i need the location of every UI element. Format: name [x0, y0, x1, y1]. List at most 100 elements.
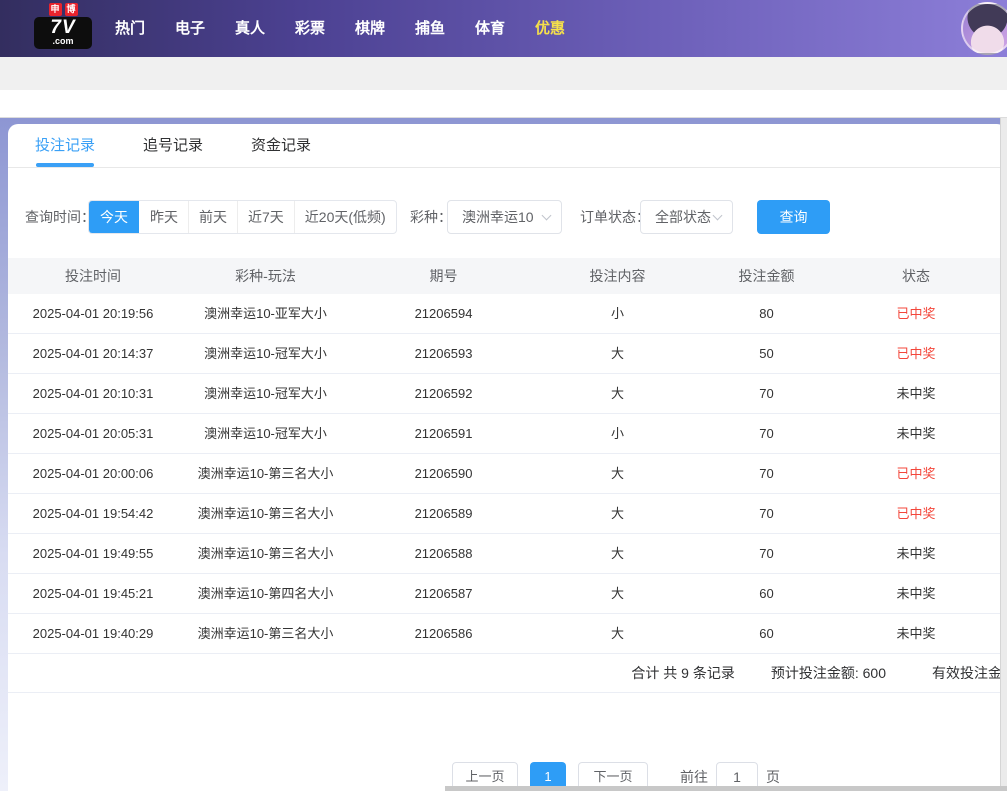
search-button[interactable]: 查询: [757, 200, 830, 234]
status-badge: 未中奖: [832, 574, 1000, 613]
logo-badge-left: 申: [49, 3, 62, 16]
bet-amount: 70: [701, 414, 832, 453]
time-option-day-before[interactable]: 前天: [188, 201, 237, 233]
horizontal-scrollbar[interactable]: [445, 786, 1007, 791]
table-row: 2025-04-01 19:45:21 澳洲幸运10-第四名大小 2120658…: [8, 574, 1000, 614]
nav-item-hot[interactable]: 热门: [100, 0, 160, 57]
period: 21206593: [353, 334, 534, 373]
tab-bet-records[interactable]: 投注记录: [35, 124, 95, 167]
status-badge: 未中奖: [832, 414, 1000, 453]
lottery-type-select[interactable]: 澳洲幸运10: [447, 200, 562, 234]
logo-badges: 申 博: [34, 3, 92, 16]
bet-content: 大: [534, 454, 701, 493]
logo-domain-text: .com: [34, 37, 92, 46]
summary-record-count: 合计 共 9 条记录: [631, 654, 734, 692]
period: 21206586: [353, 614, 534, 653]
site-logo[interactable]: 申 博 7V .com: [34, 3, 92, 49]
bet-time: 2025-04-01 19:45:21: [8, 574, 178, 613]
bet-content: 小: [534, 294, 701, 333]
logo-main: 7V .com: [34, 17, 92, 49]
bet-time: 2025-04-01 19:40:29: [8, 614, 178, 653]
nav-item-cards[interactable]: 棋牌: [340, 0, 400, 57]
content-card: 投注记录 追号记录 资金记录 查询时间： 今天 昨天 前天 近7天 近20天(低…: [8, 124, 1007, 791]
logo-badge-right: 博: [65, 3, 78, 16]
bet-content: 大: [534, 534, 701, 573]
nav-item-live[interactable]: 真人: [220, 0, 280, 57]
table-row: 2025-04-01 20:19:56 澳洲幸运10-亚军大小 21206594…: [8, 294, 1000, 334]
status-badge: 已中奖: [832, 454, 1000, 493]
chevron-down-icon: [542, 211, 552, 221]
nav-item-promo[interactable]: 优惠: [520, 0, 580, 57]
bet-time: 2025-04-01 20:14:37: [8, 334, 178, 373]
col-game-play: 彩种-玩法: [178, 258, 353, 294]
url-bar[interactable]: https://ctopcp02pcali.uengi5e.com/lotter…: [0, 90, 1007, 118]
browser-title-bar: DB DB彩票 - 极速浏览器 — □ ×: [0, 57, 1007, 90]
bet-time: 2025-04-01 19:49:55: [8, 534, 178, 573]
period: 21206594: [353, 294, 534, 333]
bet-time: 2025-04-01 20:19:56: [8, 294, 178, 333]
table-header: 投注时间 彩种-玩法 期号 投注内容 投注金额 状态: [8, 258, 1000, 294]
game-play: 澳洲幸运10-冠军大小: [178, 414, 353, 453]
col-period: 期号: [353, 258, 534, 294]
bet-time: 2025-04-01 20:10:31: [8, 374, 178, 413]
period: 21206591: [353, 414, 534, 453]
col-bet-time: 投注时间: [8, 258, 178, 294]
order-status-value: 全部状态: [655, 209, 711, 225]
logo-brand-text: 7V: [34, 19, 92, 37]
bet-amount: 70: [701, 374, 832, 413]
bet-time: 2025-04-01 19:54:42: [8, 494, 178, 533]
bet-amount: 80: [701, 294, 832, 333]
screen: 申 博 7V .com 热门 电子 真人 彩票 棋牌 捕鱼 体育 优惠 DB D…: [0, 0, 1007, 791]
record-tabs: 投注记录 追号记录 资金记录: [8, 124, 1007, 168]
time-option-today[interactable]: 今天: [89, 200, 139, 234]
site-nav-menu: 热门 电子 真人 彩票 棋牌 捕鱼 体育 优惠: [100, 0, 580, 57]
time-option-7days[interactable]: 近7天: [237, 201, 294, 233]
game-play: 澳洲幸运10-第三名大小: [178, 534, 353, 573]
tab-fund-records[interactable]: 资金记录: [251, 124, 311, 167]
table-row: 2025-04-01 20:00:06 澳洲幸运10-第三名大小 2120659…: [8, 454, 1000, 494]
period: 21206592: [353, 374, 534, 413]
period: 21206589: [353, 494, 534, 533]
time-range-group: 今天 昨天 前天 近7天 近20天(低频): [88, 200, 397, 234]
order-status-select[interactable]: 全部状态: [640, 200, 733, 234]
bet-amount: 70: [701, 534, 832, 573]
nav-item-fishing[interactable]: 捕鱼: [400, 0, 460, 57]
vertical-scrollbar[interactable]: [1000, 118, 1007, 791]
bet-content: 大: [534, 574, 701, 613]
bet-amount: 50: [701, 334, 832, 373]
summary-row: 合计 共 9 条记录 预计投注金额: 600 有效投注金额: [8, 654, 1000, 693]
status-badge: 未中奖: [832, 614, 1000, 653]
game-play: 澳洲幸运10-第三名大小: [178, 494, 353, 533]
table-body: 2025-04-01 20:19:56 澳洲幸运10-亚军大小 21206594…: [8, 294, 1000, 654]
period: 21206587: [353, 574, 534, 613]
period: 21206590: [353, 454, 534, 493]
bet-content: 大: [534, 614, 701, 653]
user-avatar[interactable]: [961, 2, 1007, 55]
nav-item-lottery[interactable]: 彩票: [280, 0, 340, 57]
bet-content: 小: [534, 414, 701, 453]
col-bet-content: 投注内容: [534, 258, 701, 294]
summary-expected-amount: 预计投注金额: 600: [771, 654, 886, 692]
game-play: 澳洲幸运10-冠军大小: [178, 334, 353, 373]
tab-chase-records[interactable]: 追号记录: [143, 124, 203, 167]
time-option-20days[interactable]: 近20天(低频): [294, 201, 396, 233]
lottery-type-value: 澳洲幸运10: [462, 209, 534, 225]
game-play: 澳洲幸运10-冠军大小: [178, 374, 353, 413]
status-badge: 已中奖: [832, 494, 1000, 533]
game-play: 澳洲幸运10-第四名大小: [178, 574, 353, 613]
bet-amount: 70: [701, 454, 832, 493]
status-badge: 未中奖: [832, 534, 1000, 573]
time-option-yesterday[interactable]: 昨天: [139, 201, 188, 233]
game-play: 澳洲幸运10-亚军大小: [178, 294, 353, 333]
bet-time: 2025-04-01 20:05:31: [8, 414, 178, 453]
nav-item-slots[interactable]: 电子: [160, 0, 220, 57]
status-badge: 已中奖: [832, 334, 1000, 373]
chevron-down-icon: [713, 211, 723, 221]
col-status: 状态: [832, 258, 1000, 294]
query-time-label: 查询时间：: [25, 200, 95, 234]
bet-amount: 70: [701, 494, 832, 533]
col-bet-amount: 投注金额: [701, 258, 832, 294]
status-badge: 未中奖: [832, 374, 1000, 413]
nav-item-sports[interactable]: 体育: [460, 0, 520, 57]
status-badge: 已中奖: [832, 294, 1000, 333]
